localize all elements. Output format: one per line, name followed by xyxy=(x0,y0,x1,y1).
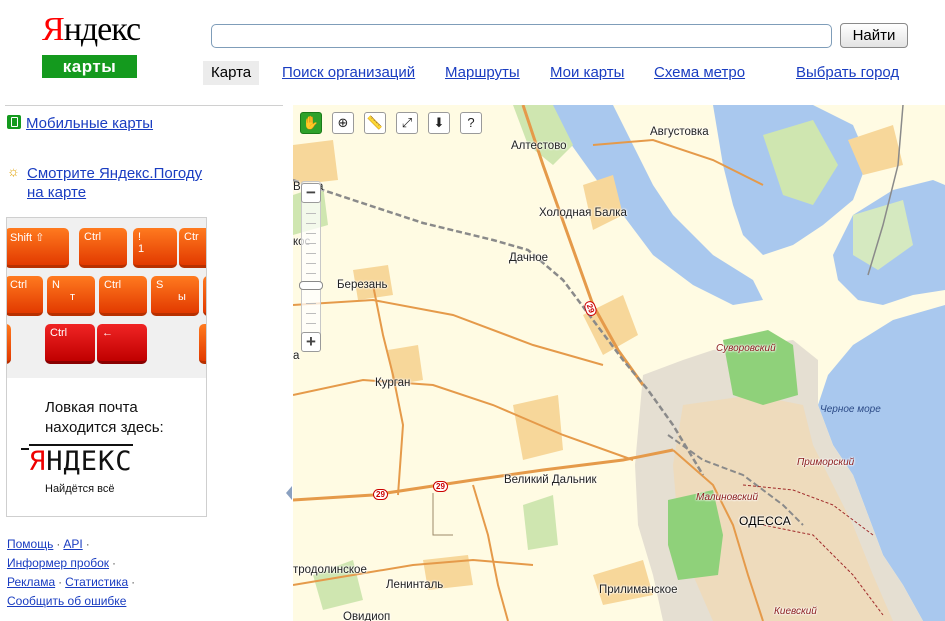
map-label-primorskiy: Приморский xyxy=(797,457,855,468)
zoom-tick xyxy=(306,313,316,314)
logo-rest: ндекс xyxy=(63,11,141,48)
logo-first-letter: Я xyxy=(42,11,65,48)
route-icon[interactable]: ⤢ xyxy=(396,112,418,134)
key-ctrl-3: Ctrl xyxy=(99,276,147,316)
key-edge-3 xyxy=(199,324,206,364)
keyboard-illustration: Shift ⇧ Ctrl ! 1 Ctr Ctrl Nт Ctrl Sы Ctrl… xyxy=(7,218,206,378)
nav-my-maps[interactable]: Мои карты xyxy=(550,61,624,85)
key-edge xyxy=(203,276,206,316)
key-ctrl-red: Ctrl xyxy=(45,324,95,364)
zoom-tick xyxy=(306,243,316,244)
map-label-black-sea: Черное море xyxy=(820,404,881,415)
map-label-prilimanskoe: Прилиманское xyxy=(599,584,678,596)
ruler-icon[interactable]: 📏 xyxy=(364,112,386,134)
zoom-tick xyxy=(306,323,316,324)
footer-links-row1: Помощь · API · xyxy=(7,537,90,551)
zoom-tick xyxy=(306,273,316,274)
search-input[interactable] xyxy=(211,24,832,48)
ad-slogan: Найдётся всё xyxy=(45,483,115,495)
map-label-edge-a: а xyxy=(293,350,300,362)
map-label-kurgan: Курган xyxy=(375,377,411,389)
ad-text: Ловкая почта находится здесь: xyxy=(45,399,164,436)
report-error-link[interactable]: Сообщить об ошибке xyxy=(7,594,126,608)
zoom-tick xyxy=(306,223,316,224)
yandex-maps-page: Яндекс карты Найти Карта Поиск организац… xyxy=(0,0,945,621)
map-label-dachnoe: Дачное xyxy=(509,252,549,264)
zoom-tick xyxy=(306,213,316,214)
mobile-maps-link[interactable]: Мобильные карты xyxy=(26,114,153,133)
key-1: ! 1 xyxy=(133,228,177,268)
weather-sun-icon: ☼ xyxy=(7,163,20,179)
nav-metro[interactable]: Схема метро xyxy=(654,61,745,85)
key-s: Sы xyxy=(151,276,199,316)
zoom-out-button[interactable]: − xyxy=(301,183,321,203)
nav-org-search[interactable]: Поиск организаций xyxy=(282,61,415,85)
road-number-29-b: 29 xyxy=(433,481,448,492)
zoom-slider[interactable] xyxy=(301,181,321,351)
collapse-sidebar-icon[interactable] xyxy=(285,485,293,501)
map-label-avgustovka: Августовка xyxy=(650,126,709,138)
footer-links-row4: Сообщить об ошибке xyxy=(7,592,126,611)
footer-links-row3: Реклама · Статистика · xyxy=(7,575,136,589)
map-label-altestovo: Алтестово xyxy=(511,140,567,152)
zoom-slider-thumb[interactable] xyxy=(299,281,323,290)
zoom-tick xyxy=(306,263,316,264)
yandex-logo[interactable]: Яндекс xyxy=(42,10,141,50)
map-label-velikiy-dalnik: Великий Дальник xyxy=(504,474,597,486)
map-label-kholodnaya-balka: Холодная Балка xyxy=(539,207,627,219)
main-nav: Карта Поиск организаций Маршруты Мои кар… xyxy=(0,61,945,85)
search-button[interactable]: Найти xyxy=(840,23,908,48)
map-label-odessa: ОДЕССА xyxy=(739,514,792,528)
weather-link-line2[interactable]: на карте xyxy=(27,183,86,202)
map-label-edge-ovidiopol: Овидиоп xyxy=(343,611,391,621)
nav-routes[interactable]: Маршруты xyxy=(445,61,520,85)
zoom-area-icon[interactable]: ⊕ xyxy=(332,112,354,134)
footer-links-row2: Информер пробок · xyxy=(7,556,117,570)
map-label-malinovskiy: Малиновский xyxy=(696,492,759,503)
info-pointer-icon[interactable]: ? xyxy=(460,112,482,134)
help-link[interactable]: Помощь xyxy=(7,537,53,551)
api-link[interactable]: API xyxy=(63,537,82,551)
stats-link[interactable]: Статистика xyxy=(65,575,128,589)
key-edge-2 xyxy=(7,324,11,364)
zoom-tick xyxy=(306,253,316,254)
zoom-tick xyxy=(306,233,316,234)
ad-yandex-logo: ЯНДЕКС xyxy=(21,444,133,477)
key-ctrl-2: Ctrl xyxy=(7,276,43,316)
map-canvas xyxy=(293,105,945,621)
mobile-phone-icon xyxy=(7,115,21,129)
nav-map[interactable]: Карта xyxy=(203,61,260,85)
weather-link-line1[interactable]: Смотрите Яндекс.Погоду xyxy=(27,164,202,183)
map-label-berezan: Березань xyxy=(337,279,388,291)
map-label-trodolinskoe: тродолинское xyxy=(293,564,367,576)
map-view[interactable]: Августовка Алтестово Холодная Балка Дачн… xyxy=(293,105,945,621)
nav-choose-city[interactable]: Выбрать город xyxy=(796,61,899,85)
key-ctrl-edge: Ctr xyxy=(179,228,206,268)
map-label-suvorovskiy: Суворовский xyxy=(716,343,776,354)
key-ctrl: Ctrl xyxy=(79,228,127,268)
zoom-in-button[interactable]: + xyxy=(301,332,321,352)
zoom-tick xyxy=(306,303,316,304)
placemark-icon[interactable]: ⬇ xyxy=(428,112,450,134)
sidebar-divider xyxy=(5,105,283,106)
key-shift: Shift ⇧ xyxy=(7,228,69,268)
map-label-leninthal: Ленинталь xyxy=(386,579,444,591)
hand-icon[interactable]: ✋ xyxy=(300,112,322,134)
traffic-informer-link[interactable]: Информер пробок xyxy=(7,556,109,570)
ad-banner[interactable]: Shift ⇧ Ctrl ! 1 Ctr Ctrl Nт Ctrl Sы Ctrl… xyxy=(6,217,207,517)
key-n: Nт xyxy=(47,276,95,316)
key-backspace-red: ← xyxy=(97,324,147,364)
map-label-kievskiy: Киевский xyxy=(774,606,817,617)
road-number-29-a: 29 xyxy=(373,489,388,500)
ads-link[interactable]: Реклама xyxy=(7,575,55,589)
